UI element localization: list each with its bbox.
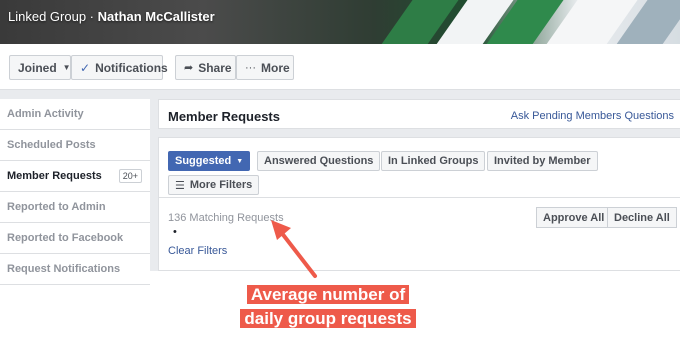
requests-panel: Suggested ▼ Answered Questions In Linked… [158, 137, 680, 271]
arrow-shaft [279, 230, 317, 278]
suggested-filter-button[interactable]: Suggested ▼ [168, 151, 251, 171]
more-filters-button[interactable]: ☰ More Filters [168, 175, 260, 195]
approve-all-button[interactable]: Approve All [536, 207, 612, 228]
joined-button[interactable]: Joined ▼ [9, 55, 71, 80]
filter-label: More Filters [189, 179, 253, 191]
ellipsis-icon: ··· [245, 61, 256, 74]
annotation-arrow [271, 220, 317, 278]
list-bullet: • [173, 226, 177, 238]
admin-name[interactable]: Nathan McCallister [98, 9, 215, 24]
filter-label: Suggested [175, 155, 232, 167]
more-label: More [261, 60, 290, 75]
group-name[interactable]: Linked Group [8, 9, 86, 24]
sidebar-item-request-notifications[interactable]: Request Notifications [0, 254, 150, 285]
filter-label: In Linked Groups [388, 155, 479, 167]
sidebar-item-reported-to-facebook[interactable]: Reported to Facebook [0, 223, 150, 254]
arrow-head [271, 220, 291, 240]
ask-pending-members-link[interactable]: Ask Pending Members Questions [511, 110, 674, 122]
sidebar-item-member-requests[interactable]: Member Requests 20+ [0, 161, 150, 192]
annotation-callout: Average number of daily group requests [237, 283, 419, 331]
annotation-line-1: Average number of [246, 285, 410, 304]
sliders-icon: ☰ [175, 179, 185, 192]
sidebar-item-label: Reported to Facebook [7, 232, 124, 244]
more-button[interactable]: ··· More [236, 55, 294, 80]
invited-by-member-filter[interactable]: Invited by Member [487, 151, 598, 171]
member-requests-header: Member Requests Ask Pending Members Ques… [158, 99, 680, 129]
share-button[interactable]: ➦ Share [175, 55, 236, 80]
clear-filters-link[interactable]: Clear Filters [168, 245, 227, 257]
joined-label: Joined [18, 60, 57, 75]
group-cover: Linked Group · Nathan McCallister [0, 0, 680, 44]
sidebar-item-label: Reported to Admin [7, 201, 106, 213]
filter-label: Answered Questions [264, 155, 374, 167]
notifications-button[interactable]: ✓ Notifications [71, 55, 168, 80]
title-separator: · [86, 9, 98, 24]
admin-sidebar: Admin Activity Scheduled Posts Member Re… [0, 99, 150, 285]
notifications-label: Notifications [95, 60, 168, 75]
sidebar-item-label: Admin Activity [7, 108, 84, 120]
annotation-line-2: daily group requests [240, 309, 416, 328]
group-action-bar: Joined ▼ ✓ Notifications ➦ Share ··· Mor… [0, 44, 680, 90]
page-title: Member Requests [168, 109, 280, 124]
count-badge: 20+ [118, 169, 142, 183]
filter-label: Invited by Member [494, 155, 591, 167]
sidebar-item-label: Scheduled Posts [7, 139, 96, 151]
chevron-down-icon: ▼ [236, 157, 244, 165]
sidebar-item-admin-activity[interactable]: Admin Activity [0, 99, 150, 130]
in-linked-groups-filter[interactable]: In Linked Groups [381, 151, 486, 171]
sidebar-item-label: Request Notifications [7, 263, 121, 275]
sidebar-item-reported-to-admin[interactable]: Reported to Admin [0, 192, 150, 223]
answered-questions-filter[interactable]: Answered Questions [257, 151, 381, 171]
share-label: Share [198, 60, 232, 75]
group-title: Linked Group · Nathan McCallister [8, 9, 215, 24]
sidebar-item-label: Member Requests [7, 170, 102, 182]
chevron-down-icon: ▼ [62, 63, 71, 72]
checkmark-icon: ✓ [80, 60, 91, 75]
share-arrow-icon: ➦ [184, 62, 194, 74]
filter-bar: Suggested ▼ Answered Questions In Linked… [159, 138, 680, 198]
sidebar-item-scheduled-posts[interactable]: Scheduled Posts [0, 130, 150, 161]
decline-all-button[interactable]: Decline All [607, 207, 677, 228]
